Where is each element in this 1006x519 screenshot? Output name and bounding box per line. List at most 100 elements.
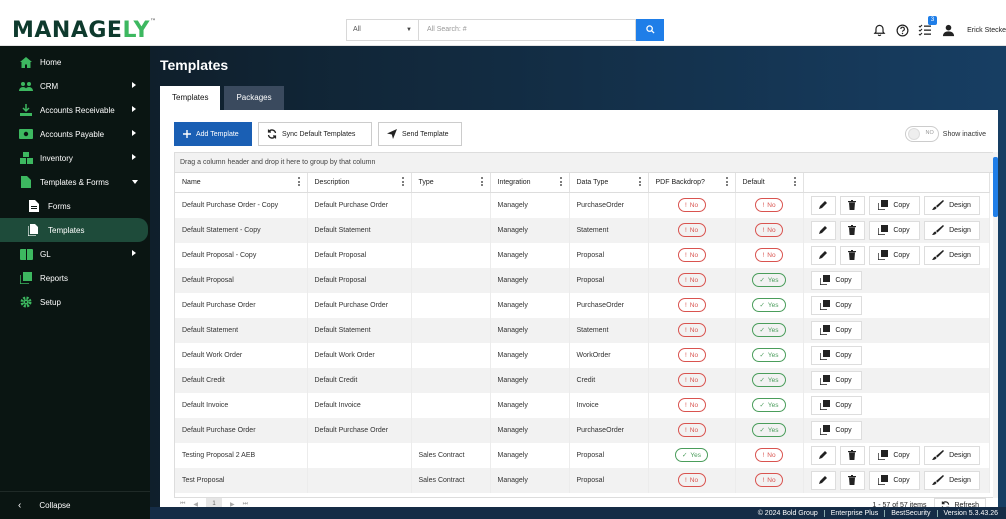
copy-button[interactable]: Copy — [810, 345, 862, 365]
design-button[interactable]: Design — [923, 445, 980, 465]
cell-integration: Managely — [490, 467, 570, 493]
column-header-integration[interactable]: Integration — [490, 173, 570, 193]
user-avatar-icon[interactable] — [938, 20, 958, 40]
sync-default-templates-button[interactable]: Sync Default Templates — [258, 122, 372, 146]
badge-text: No — [767, 251, 776, 259]
design-button[interactable]: Design — [923, 245, 980, 265]
column-header-description[interactable]: Description — [307, 173, 412, 193]
column-header-pdf-backdrop[interactable]: PDF Backdrop? — [648, 173, 736, 193]
table-row[interactable]: Default Work Order Default Work Order Mana… — [175, 342, 990, 368]
copy-button[interactable]: Copy — [810, 295, 862, 315]
copy-button[interactable]: Copy — [810, 270, 862, 290]
managely-logo[interactable]: MANAGELY™ — [12, 18, 156, 43]
column-menu-icon[interactable] — [793, 177, 796, 186]
sidebar-item-crm[interactable]: CRM — [0, 74, 150, 98]
check-icon: ✓ — [759, 427, 765, 434]
send-template-button[interactable]: Send Template — [378, 122, 462, 146]
copy-icon — [878, 250, 889, 260]
delete-button[interactable] — [839, 470, 865, 490]
home-icon — [18, 55, 34, 69]
add-template-button[interactable]: Add Template — [174, 122, 252, 146]
help-icon[interactable] — [892, 20, 912, 40]
ledger-icon — [18, 247, 34, 261]
tab-packages[interactable]: Packages — [224, 86, 284, 110]
cell-default: ! No — [735, 192, 804, 218]
badge-text: Yes — [767, 376, 779, 384]
sidebar-item-accounts-payable[interactable]: Accounts Payable — [0, 122, 150, 146]
column-header-default[interactable]: Default — [735, 173, 804, 193]
table-row[interactable]: Default Purchase Order - Copy Default Pur… — [175, 192, 990, 218]
sidebar-item-gl[interactable]: GL — [0, 242, 150, 266]
chevron-left-icon: ‹ — [18, 500, 22, 511]
sidebar-item-templates[interactable]: Templates — [0, 218, 148, 242]
copy-button[interactable]: Copy — [868, 220, 920, 240]
search-input[interactable]: All Search: # — [418, 19, 636, 41]
table-row[interactable]: Testing Proposal 2 AEB Sales Contract Mana… — [175, 442, 990, 468]
delete-button[interactable] — [839, 445, 865, 465]
user-name[interactable]: Erick Stecke — [967, 27, 1006, 34]
scrollbar-thumb[interactable] — [993, 157, 998, 217]
bell-icon[interactable] — [869, 20, 889, 40]
collapse-sidebar-button[interactable]: ‹ Collapse — [0, 491, 150, 519]
grid-scrollbar[interactable] — [993, 152, 998, 498]
sidebar-item-inventory[interactable]: Inventory — [0, 146, 150, 170]
copy-button[interactable]: Copy — [810, 320, 862, 340]
cell-default: ✓ Yes — [735, 417, 804, 443]
copy-button[interactable]: Copy — [868, 470, 920, 490]
cell-default: ! No — [735, 217, 804, 243]
sidebar-item-templates-forms[interactable]: Templates & Forms — [0, 170, 150, 194]
sidebar-item-label: Accounts Payable — [40, 129, 105, 139]
column-header-name[interactable]: Name — [175, 173, 308, 193]
copy-button[interactable]: Copy — [868, 245, 920, 265]
delete-button[interactable] — [839, 220, 865, 240]
table-row[interactable]: Default Proposal Default Proposal Managely… — [175, 267, 990, 293]
tab-templates[interactable]: Templates — [160, 86, 221, 110]
exclamation-icon: ! — [684, 201, 687, 209]
search-scope-select[interactable]: All ▼ — [346, 19, 418, 41]
copy-button[interactable]: Copy — [810, 420, 862, 440]
column-menu-icon[interactable] — [297, 177, 300, 186]
tasks-icon[interactable]: 3 — [915, 16, 938, 40]
copy-button[interactable]: Copy — [810, 370, 862, 390]
edit-button[interactable] — [810, 245, 836, 265]
sidebar-item-reports[interactable]: Reports — [0, 266, 150, 290]
badge-text: No — [689, 351, 699, 359]
edit-button[interactable] — [810, 470, 836, 490]
search-button[interactable] — [636, 19, 664, 41]
copy-button[interactable]: Copy — [810, 395, 862, 415]
pdf-backdrop-badge: ! No — [677, 423, 706, 437]
table-row[interactable]: Default Statement - Copy Default Statemen… — [175, 217, 990, 243]
column-menu-icon[interactable] — [725, 177, 728, 186]
design-button[interactable]: Design — [923, 220, 980, 240]
group-drop-area[interactable]: Drag a column header and drop it here to… — [175, 153, 995, 173]
table-row[interactable]: Default Credit Default Credit Managely Cred… — [175, 367, 990, 393]
column-header-data-type[interactable]: Data Type — [569, 173, 649, 193]
column-menu-icon[interactable] — [401, 177, 404, 186]
edit-button[interactable] — [810, 220, 836, 240]
table-row[interactable]: Default Purchase Order Default Purchase O… — [175, 417, 990, 443]
delete-button[interactable] — [839, 245, 865, 265]
copy-button[interactable]: Copy — [868, 195, 920, 215]
payable-icon — [18, 127, 34, 141]
column-menu-icon[interactable] — [638, 177, 641, 186]
delete-button[interactable] — [839, 195, 865, 215]
table-row[interactable]: Default Statement Default Statement Manage… — [175, 317, 990, 343]
column-menu-icon[interactable] — [480, 177, 483, 186]
sidebar-item-accounts-receivable[interactable]: Accounts Receivable — [0, 98, 150, 122]
sidebar-item-home[interactable]: Home — [0, 50, 150, 74]
edit-button[interactable] — [810, 445, 836, 465]
sidebar-item-setup[interactable]: Setup — [0, 290, 150, 314]
design-button[interactable]: Design — [923, 195, 980, 215]
table-row[interactable]: Default Proposal - Copy Default Proposal M… — [175, 242, 990, 268]
table-row[interactable]: Test Proposal Sales Contract Managely Propo… — [175, 467, 990, 493]
edit-button[interactable] — [810, 195, 836, 215]
default-badge: ✓ Yes — [752, 373, 786, 387]
table-row[interactable]: Default Invoice Default Invoice Managely In… — [175, 392, 990, 418]
column-menu-icon[interactable] — [559, 177, 562, 186]
table-row[interactable]: Default Purchase Order Default Purchase O… — [175, 292, 990, 318]
design-button[interactable]: Design — [923, 470, 980, 490]
copy-button[interactable]: Copy — [868, 445, 920, 465]
column-header-type[interactable]: Type — [411, 173, 491, 193]
show-inactive-toggle[interactable]: NO — [904, 126, 939, 142]
sidebar-item-forms[interactable]: Forms — [0, 194, 150, 218]
